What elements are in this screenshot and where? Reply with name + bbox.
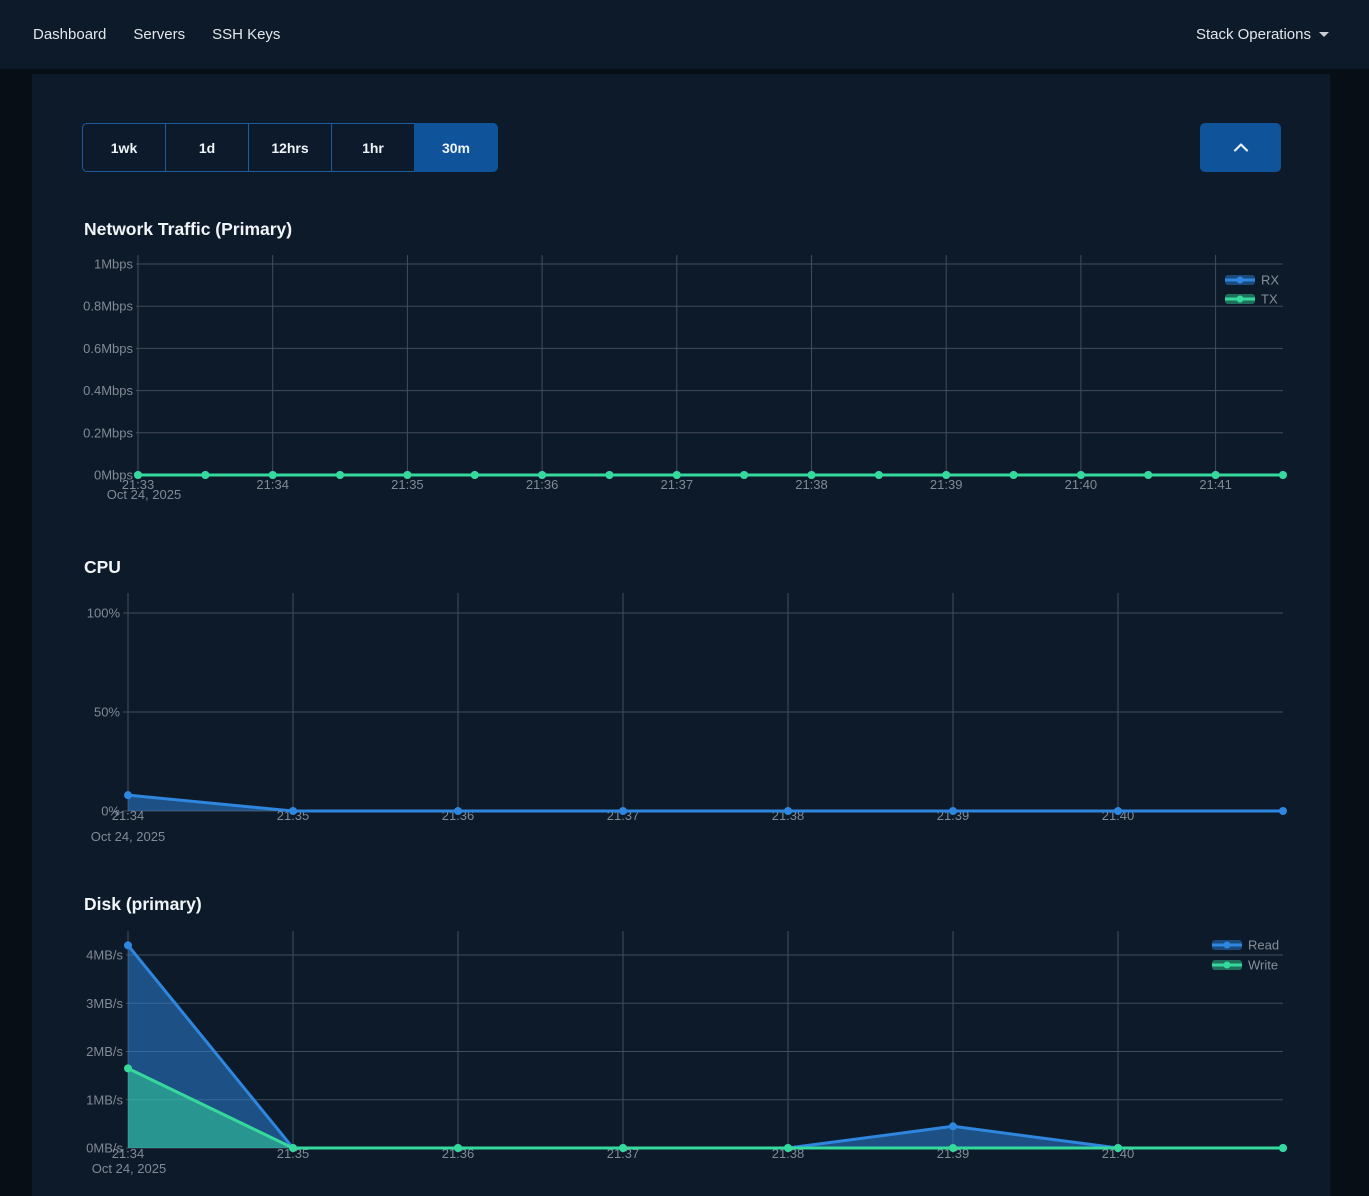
legend-swatch-point [1224, 942, 1231, 949]
data-point-write[interactable] [1114, 1144, 1122, 1152]
y-axis-tick-label: 0.4Mbps [83, 383, 133, 398]
nav-item-ssh-keys[interactable]: SSH Keys [212, 26, 280, 43]
x-axis-tick-label: 21:34 [112, 1146, 145, 1161]
x-axis-tick-label: 21:34 [256, 477, 289, 492]
legend-label: TX [1261, 292, 1278, 307]
y-axis-tick-label: 50% [94, 705, 120, 720]
legend-item-tx[interactable]: TX [1225, 292, 1278, 307]
data-point-tx[interactable] [1010, 471, 1018, 479]
legend-label: Read [1248, 938, 1279, 953]
series-area-read [128, 945, 1283, 1148]
range-button-12hrs[interactable]: 12hrs [248, 123, 332, 172]
x-axis-tick-label: 21:35 [391, 477, 424, 492]
chevron-up-icon [1233, 143, 1249, 152]
y-axis-tick-label: 1Mbps [94, 257, 134, 272]
dashboard-panel: 1wk 1d 12hrs 1hr 30m Network Traffic (Pr… [32, 74, 1330, 1196]
x-axis-tick-label: 21:40 [1065, 477, 1098, 492]
data-point-write[interactable] [454, 1144, 462, 1152]
nav-item-servers[interactable]: Servers [133, 26, 185, 43]
y-axis-tick-label: 2MB/s [86, 1044, 123, 1059]
data-point-tx[interactable] [1144, 471, 1152, 479]
data-point-write[interactable] [784, 1144, 792, 1152]
data-point-tx[interactable] [201, 471, 209, 479]
legend-item-write[interactable]: Write [1212, 958, 1278, 973]
x-axis-tick-label: 21:38 [795, 477, 828, 492]
range-button-30m[interactable]: 30m [414, 123, 498, 172]
data-point-write[interactable] [289, 1144, 297, 1152]
time-range-button-group: 1wk 1d 12hrs 1hr 30m [82, 123, 498, 172]
y-axis-tick-label: 3MB/s [86, 996, 123, 1011]
stack-operations-label: Stack Operations [1196, 26, 1311, 43]
data-point-read[interactable] [949, 1122, 957, 1130]
cpu-chart-title: CPU [84, 557, 121, 578]
data-point-write[interactable] [949, 1144, 957, 1152]
data-point-tx[interactable] [875, 471, 883, 479]
series-line-write [128, 1068, 1283, 1148]
data-point-tx[interactable] [1279, 471, 1287, 479]
data-point-write[interactable] [124, 1064, 132, 1072]
cpu-chart-canvas[interactable]: 100%50%0%21:3421:3521:3621:3721:3821:392… [32, 580, 1330, 850]
data-point-tx[interactable] [1077, 471, 1085, 479]
legend-label: Write [1248, 958, 1278, 973]
range-button-1hr[interactable]: 1hr [331, 123, 415, 172]
x-axis-tick-label: 21:36 [526, 477, 559, 492]
data-point-cpu[interactable] [949, 807, 957, 815]
data-point-read[interactable] [124, 941, 132, 949]
y-axis-tick-label: 0.6Mbps [83, 341, 133, 356]
y-axis-tick-label: 100% [87, 606, 121, 621]
data-point-write[interactable] [619, 1144, 627, 1152]
data-point-tx[interactable] [673, 471, 681, 479]
x-axis-tick-label: 21:39 [930, 477, 963, 492]
series-area-write [128, 1068, 1283, 1148]
y-axis-tick-label: 1MB/s [86, 1092, 123, 1107]
data-point-tx[interactable] [403, 471, 411, 479]
range-button-1d[interactable]: 1d [165, 123, 249, 172]
disk-chart-title: Disk (primary) [84, 894, 202, 915]
legend-item-read[interactable]: Read [1212, 938, 1279, 953]
network-chart-title: Network Traffic (Primary) [84, 219, 292, 240]
data-point-cpu[interactable] [454, 807, 462, 815]
disk-chart-canvas[interactable]: 4MB/s3MB/s2MB/s1MB/s0MB/s21:3421:3521:36… [32, 920, 1330, 1196]
data-point-cpu[interactable] [619, 807, 627, 815]
x-axis-date-label: Oct 24, 2025 [91, 829, 165, 844]
nav-item-dashboard[interactable]: Dashboard [33, 26, 106, 43]
data-point-cpu[interactable] [1114, 807, 1122, 815]
data-point-tx[interactable] [269, 471, 277, 479]
x-axis-tick-label: 21:41 [1199, 477, 1232, 492]
data-point-cpu[interactable] [289, 807, 297, 815]
data-point-tx[interactable] [471, 471, 479, 479]
data-point-tx[interactable] [538, 471, 546, 479]
data-point-cpu[interactable] [1279, 807, 1287, 815]
legend-swatch-point [1224, 962, 1231, 969]
data-point-cpu[interactable] [124, 791, 132, 799]
x-axis-tick-label: 21:37 [661, 477, 694, 492]
network-traffic-chart-canvas[interactable]: 1Mbps0.8Mbps0.6Mbps0.4Mbps0.2Mbps0Mbps21… [32, 245, 1330, 515]
top-navbar: Dashboard Servers SSH Keys Stack Operati… [0, 0, 1369, 69]
range-button-1wk[interactable]: 1wk [82, 123, 166, 172]
y-axis-tick-label: 0.8Mbps [83, 299, 133, 314]
data-point-tx[interactable] [740, 471, 748, 479]
data-point-tx[interactable] [1212, 471, 1220, 479]
data-point-cpu[interactable] [784, 807, 792, 815]
data-point-tx[interactable] [134, 471, 142, 479]
data-point-tx[interactable] [942, 471, 950, 479]
x-axis-date-label: Oct 24, 2025 [107, 487, 181, 502]
x-axis-date-label: Oct 24, 2025 [92, 1161, 166, 1176]
stack-operations-dropdown[interactable]: Stack Operations [1196, 26, 1329, 43]
y-axis-tick-label: 0.2Mbps [83, 425, 133, 440]
data-point-tx[interactable] [336, 471, 344, 479]
legend-swatch-point [1237, 296, 1244, 303]
legend-swatch-point [1237, 277, 1244, 284]
legend-item-rx[interactable]: RX [1225, 273, 1279, 288]
data-point-write[interactable] [1279, 1144, 1287, 1152]
legend-label: RX [1261, 273, 1279, 288]
data-point-tx[interactable] [605, 471, 613, 479]
caret-down-icon [1319, 32, 1329, 37]
data-point-tx[interactable] [808, 471, 816, 479]
y-axis-tick-label: 4MB/s [86, 948, 123, 963]
series-line-read [128, 945, 1283, 1148]
collapse-charts-button[interactable] [1200, 123, 1281, 172]
